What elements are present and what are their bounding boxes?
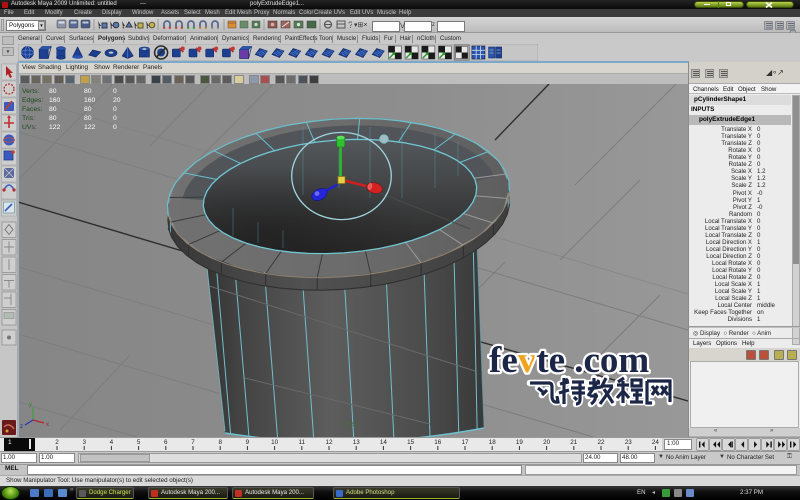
svg-text:0: 0 — [113, 88, 117, 95]
svg-text:20: 20 — [113, 97, 121, 104]
svg-text:19: 19 — [516, 439, 524, 446]
svg-text:0: 0 — [113, 106, 117, 113]
svg-text:fevte .com: fevte .com — [489, 340, 649, 381]
svg-text:6: 6 — [164, 439, 168, 446]
svg-text:8: 8 — [218, 439, 222, 446]
svg-text:24: 24 — [652, 439, 660, 446]
svg-text:Tris:: Tris: — [22, 115, 35, 122]
svg-text:80: 80 — [84, 115, 92, 122]
svg-text:122: 122 — [49, 124, 61, 131]
svg-text:80: 80 — [49, 88, 57, 95]
svg-text:9: 9 — [246, 439, 250, 446]
svg-text:3: 3 — [82, 439, 86, 446]
svg-text:13: 13 — [353, 439, 361, 446]
svg-text:Verts:: Verts: — [22, 88, 39, 95]
svg-text:80: 80 — [84, 106, 92, 113]
svg-text:18: 18 — [489, 439, 497, 446]
svg-text:80: 80 — [84, 88, 92, 95]
svg-text:y: y — [29, 402, 32, 408]
svg-text:80: 80 — [49, 115, 57, 122]
svg-text:Edges:: Edges: — [22, 97, 43, 104]
svg-text:2: 2 — [55, 439, 59, 446]
svg-text:z: z — [20, 424, 23, 430]
svg-text:122: 122 — [84, 124, 96, 131]
svg-text:persp: persp — [342, 421, 360, 428]
svg-text:0: 0 — [113, 115, 117, 122]
svg-text:Faces:: Faces: — [22, 106, 43, 113]
svg-text:23: 23 — [625, 439, 633, 446]
svg-text:10: 10 — [271, 439, 279, 446]
svg-text:16: 16 — [434, 439, 442, 446]
svg-text:22: 22 — [597, 439, 605, 446]
svg-text:17: 17 — [461, 439, 469, 446]
svg-text:20: 20 — [543, 439, 551, 446]
svg-text:?: ? — [348, 20, 352, 30]
svg-text:160: 160 — [84, 97, 96, 104]
svg-text:12: 12 — [325, 439, 333, 446]
svg-text:80: 80 — [49, 106, 57, 113]
svg-text:11: 11 — [299, 439, 306, 446]
svg-text:14: 14 — [380, 439, 388, 446]
svg-text:UVs:: UVs: — [22, 124, 37, 131]
svg-text:4: 4 — [110, 439, 114, 446]
svg-text:x: x — [46, 422, 49, 428]
svg-text:15: 15 — [407, 439, 415, 446]
svg-text:5: 5 — [137, 439, 141, 446]
svg-text:0: 0 — [113, 124, 117, 131]
svg-text:160: 160 — [49, 97, 61, 104]
svg-text:7: 7 — [191, 439, 195, 446]
svg-text:21: 21 — [570, 439, 578, 446]
